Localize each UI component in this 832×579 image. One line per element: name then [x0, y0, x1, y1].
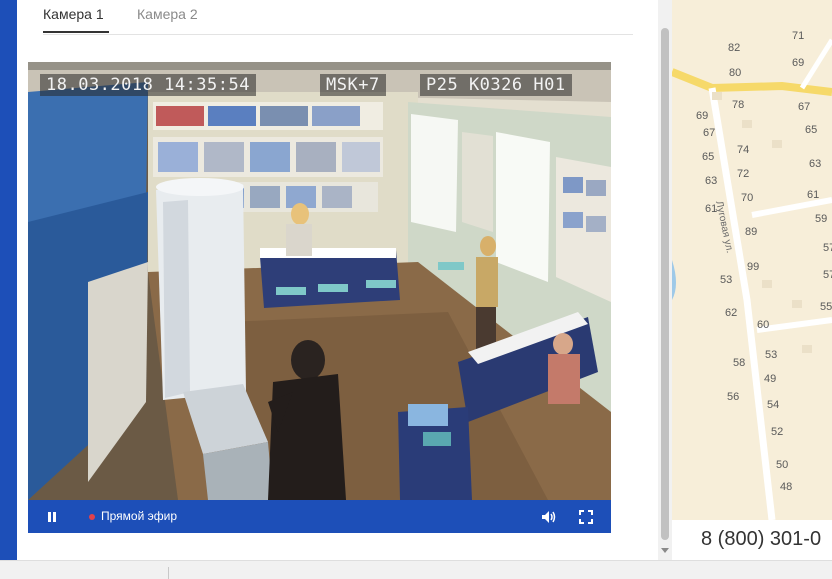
- volume-icon[interactable]: [540, 509, 558, 525]
- map-house-number: 61: [807, 189, 820, 201]
- map-house-number: 67: [703, 127, 716, 139]
- map-house-number: 54: [767, 399, 780, 411]
- bottom-divider: [168, 567, 169, 579]
- map-house-number: 65: [805, 124, 818, 136]
- map-house-number: 63: [705, 175, 718, 187]
- left-accent-strip: [0, 0, 17, 560]
- map-house-number: 99: [747, 261, 760, 273]
- scrollbar-thumb[interactable]: [661, 28, 669, 540]
- map-house-number: 50: [776, 459, 789, 471]
- map-house-number: 71: [792, 30, 805, 42]
- map-house-number: 80: [729, 67, 742, 79]
- tab-camera-1[interactable]: Камера 1: [43, 6, 104, 22]
- map-panel[interactable]: 71 82 69 80 78 67 69 67 65 74 65 63 72 6…: [672, 0, 832, 520]
- video-frame-image: [28, 62, 611, 500]
- map-roads: [672, 38, 832, 520]
- map-house-number: 48: [780, 481, 793, 493]
- map-house-number: 72: [737, 168, 750, 180]
- map-house-number: 69: [792, 57, 805, 69]
- map-house-number: 63: [809, 158, 822, 170]
- active-tab-indicator: [43, 31, 109, 33]
- map-house-number: 59: [815, 213, 828, 225]
- map-house-number: 53: [720, 274, 733, 286]
- pause-icon[interactable]: [44, 509, 60, 525]
- scroll-down-arrow-icon[interactable]: [661, 548, 669, 553]
- map-house-number: 78: [732, 99, 745, 111]
- map-house-number: 74: [737, 144, 750, 156]
- video-camera-code: P25 K0326 H01: [420, 74, 572, 96]
- map-house-number: 57: [823, 242, 832, 254]
- fullscreen-icon[interactable]: [578, 509, 594, 525]
- map-house-number: 70: [741, 192, 754, 204]
- camera-tabs: Камера 1 Камера 2: [43, 0, 633, 35]
- phone-box: 8 (800) 301-0: [676, 520, 832, 560]
- map-house-number: 49: [764, 373, 777, 385]
- tab-camera-2[interactable]: Камера 2: [137, 6, 198, 22]
- map-house-number: 58: [733, 357, 746, 369]
- map-house-number: 60: [757, 319, 770, 331]
- video-controls-bar: Прямой эфир: [28, 500, 611, 533]
- map-house-number: 67: [798, 101, 811, 113]
- bottom-status-bar: [0, 560, 832, 579]
- map-house-number: 69: [696, 110, 709, 122]
- map-house-number: 52: [771, 426, 784, 438]
- video-timestamp: 18.03.2018 14:35:54: [40, 74, 256, 96]
- map-house-number: 57: [823, 269, 832, 281]
- map-house-number: 62: [725, 307, 738, 319]
- map-house-number: 53: [765, 349, 778, 361]
- live-broadcast-label: Прямой эфир: [101, 509, 177, 523]
- panel-scrollbar[interactable]: [658, 0, 672, 560]
- map-house-number: 82: [728, 42, 741, 54]
- live-indicator-dot: [89, 514, 95, 520]
- map-house-number: 56: [727, 391, 740, 403]
- phone-number[interactable]: 8 (800) 301-0: [701, 528, 821, 551]
- map-house-number: 65: [702, 151, 715, 163]
- map-house-number: 55: [820, 301, 832, 313]
- map-house-number: 89: [745, 226, 758, 238]
- video-timezone: MSK+7: [320, 74, 386, 96]
- video-player[interactable]: 18.03.2018 14:35:54 MSK+7 P25 K0326 H01: [28, 62, 611, 500]
